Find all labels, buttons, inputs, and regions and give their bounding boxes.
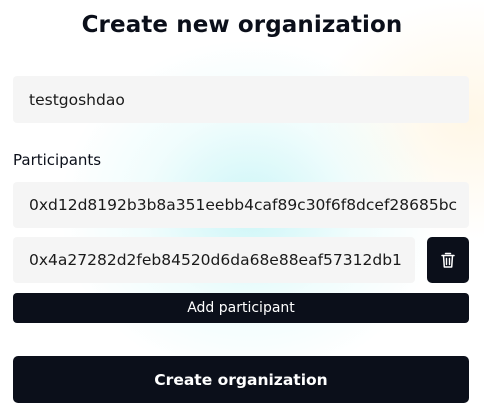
- remove-participant-button[interactable]: [427, 237, 469, 283]
- trash-icon: [441, 252, 455, 268]
- organization-name-input[interactable]: testgoshdao: [13, 76, 469, 123]
- participant-input-2[interactable]: 0x4a27282d2feb84520d6da68e88eaf57312db1: [13, 237, 415, 283]
- add-participant-button[interactable]: Add participant: [13, 293, 469, 323]
- create-organization-button[interactable]: Create organization: [13, 356, 469, 403]
- page-title: Create new organization: [81, 12, 403, 38]
- participant-input-1[interactable]: 0xd12d8192b3b8a351eebb4caf89c30f6f8dcef2…: [13, 182, 469, 228]
- participants-label: Participants: [13, 151, 102, 169]
